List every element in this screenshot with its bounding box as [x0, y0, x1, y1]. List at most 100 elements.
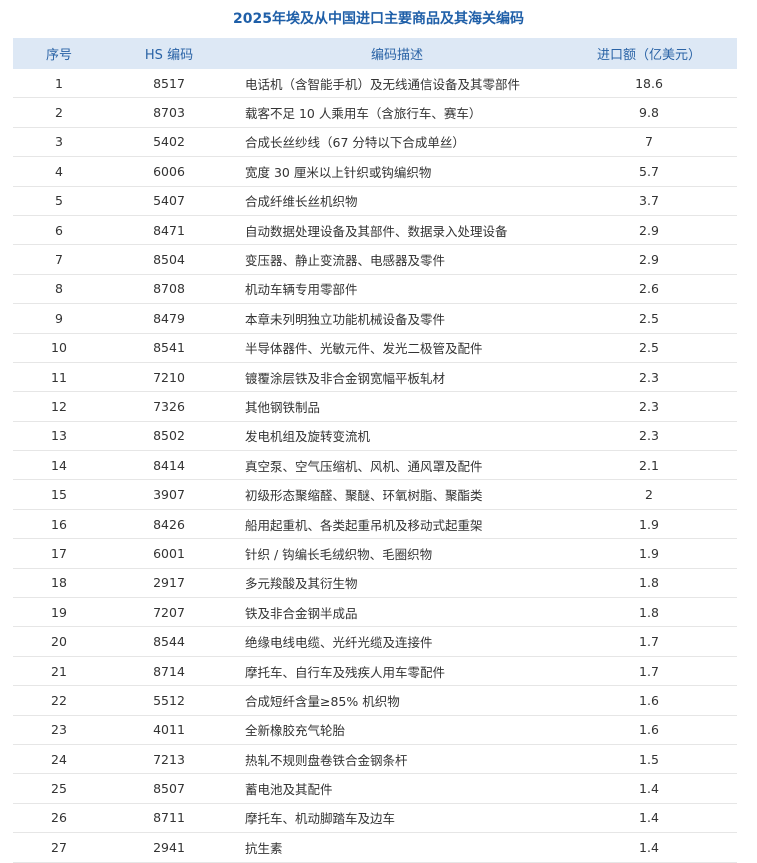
cell-serial-number: 2	[55, 105, 63, 121]
table-row: 18 2917 多元羧酸及其衍生物 1.8	[13, 568, 737, 598]
cell-description: 宽度 30 厘米以上针织或钩编织物	[245, 164, 432, 180]
cell-import-value: 1.8	[639, 575, 659, 591]
table-row: 17 6001 针织 / 钩编长毛绒织物、毛圈织物 1.9	[13, 539, 737, 569]
cell-description: 本章未列明独立功能机械设备及零件	[245, 311, 446, 327]
cell-hs-code: 5402	[153, 134, 185, 150]
cell-hs-code: 8504	[153, 252, 185, 268]
cell-import-value: 1.5	[639, 751, 659, 767]
cell-description: 多元羧酸及其衍生物	[245, 576, 358, 592]
cell-description: 变压器、静止变流器、电感器及零件	[245, 253, 446, 269]
header-import-value: 进口额（亿美元）	[561, 38, 737, 69]
cell-serial-number: 19	[51, 604, 67, 620]
header-description: 编码描述	[233, 38, 561, 69]
cell-import-value: 1.7	[639, 663, 659, 679]
header-hs-code: HS 编码	[105, 38, 233, 69]
header-serial-number: 序号	[13, 38, 105, 69]
cell-description: 热轧不规则盘卷铁合金钢条杆	[245, 752, 408, 768]
cell-hs-code: 3907	[153, 487, 185, 503]
header-row: 序号 HS 编码 编码描述 进口额（亿美元）	[13, 38, 737, 69]
cell-import-value: 2.3	[639, 369, 659, 385]
cell-import-value: 1.4	[639, 839, 659, 855]
cell-serial-number: 20	[51, 634, 67, 650]
table-row: 6 8471 自动数据处理设备及其部件、数据录入处理设备 2.9	[13, 215, 737, 245]
table-row: 14 8414 真空泵、空气压缩机、风机、通风罩及配件 2.1	[13, 451, 737, 480]
cell-description: 针织 / 钩编长毛绒织物、毛圈织物	[245, 546, 433, 562]
cell-hs-code: 7326	[153, 398, 185, 414]
cell-hs-code: 2917	[153, 575, 185, 591]
table-row: 13 8502 发电机组及旋转变流机 2.3	[13, 421, 737, 451]
table-title: 2025年埃及从中国进口主要商品及其海关编码	[233, 11, 524, 27]
cell-hs-code: 8502	[153, 428, 185, 444]
cell-description: 摩托车、机动脚踏车及边车	[245, 811, 396, 827]
cell-serial-number: 12	[51, 398, 67, 414]
cell-serial-number: 27	[51, 839, 67, 855]
cell-import-value: 2.5	[639, 310, 659, 326]
cell-description: 发电机组及旋转变流机	[245, 429, 371, 445]
cell-serial-number: 10	[51, 340, 67, 356]
cell-hs-code: 5512	[153, 692, 185, 708]
cell-import-value: 9.8	[639, 105, 659, 121]
cell-hs-code: 8414	[153, 457, 185, 473]
cell-description: 全新橡胶充气轮胎	[245, 723, 346, 739]
cell-hs-code: 8507	[153, 781, 185, 797]
cell-serial-number: 13	[51, 428, 67, 444]
cell-serial-number: 18	[51, 575, 67, 591]
cell-description: 自动数据处理设备及其部件、数据录入处理设备	[245, 223, 508, 239]
table-row: 10 8541 半导体器件、光敏元件、发光二极管及配件 2.5	[13, 333, 737, 363]
table-body: 1 8517 电话机（含智能手机）及无线通信设备及其零部件 18.6 2 8703 载客不足…	[13, 69, 737, 863]
cell-hs-code: 6001	[153, 545, 185, 561]
table-row: 23 4011 全新橡胶充气轮胎 1.6	[13, 715, 737, 745]
table-row: 26 8711 摩托车、机动脚踏车及边车 1.4	[13, 803, 737, 833]
cell-description: 合成长丝纱线（67 分特以下合成单丝）	[245, 135, 465, 151]
cell-serial-number: 3	[55, 134, 63, 150]
cell-serial-number: 14	[51, 457, 67, 473]
table-row: 9 8479 本章未列明独立功能机械设备及零件 2.5	[13, 304, 737, 334]
cell-hs-code: 7207	[153, 604, 185, 620]
cell-serial-number: 21	[51, 663, 67, 679]
cell-hs-code: 8517	[153, 75, 185, 91]
cell-hs-code: 8711	[153, 810, 185, 826]
table-header: 序号 HS 编码 编码描述 进口额（亿美元）	[13, 38, 737, 69]
cell-description: 真空泵、空气压缩机、风机、通风罩及配件	[245, 458, 483, 474]
table-row: 27 2941 抗生素 1.4	[13, 833, 737, 863]
table-row: 11 7210 镀覆涂层铁及非合金钢宽幅平板轧材 2.3	[13, 362, 737, 392]
table-row: 16 8426 船用起重机、各类起重吊机及移动式起重架 1.9	[13, 509, 737, 539]
cell-description: 机动车辆专用零部件	[245, 282, 358, 298]
cell-description: 初级形态聚缩醛、聚醚、环氧树脂、聚酯类	[245, 488, 483, 504]
cell-hs-code: 8714	[153, 663, 185, 679]
cell-description: 合成纤维长丝机织物	[245, 194, 358, 210]
cell-hs-code: 4011	[153, 722, 185, 738]
table-row: 21 8714 摩托车、自行车及残疾人用车零配件 1.7	[13, 656, 737, 686]
cell-description: 船用起重机、各类起重吊机及移动式起重架	[245, 517, 483, 533]
import-table: 序号 HS 编码 编码描述 进口额（亿美元） 1 8517 电话机（含智能手机）及无…	[13, 38, 737, 863]
table-row: 7 8504 变压器、静止变流器、电感器及零件 2.9	[13, 245, 737, 275]
cell-description: 载客不足 10 人乘用车（含旅行车、赛车）	[245, 106, 482, 122]
cell-serial-number: 26	[51, 810, 67, 826]
table-row: 25 8507 蓄电池及其配件 1.4	[13, 774, 737, 804]
cell-hs-code: 8479	[153, 310, 185, 326]
cell-hs-code: 8471	[153, 222, 185, 238]
cell-description: 铁及非合金钢半成品	[245, 605, 358, 621]
cell-import-value: 1.9	[639, 516, 659, 532]
table-row: 4 6006 宽度 30 厘米以上针织或钩编织物 5.7	[13, 157, 737, 187]
table-row: 24 7213 热轧不规则盘卷铁合金钢条杆 1.5	[13, 744, 737, 774]
cell-serial-number: 16	[51, 516, 67, 532]
table-row: 3 5402 合成长丝纱线（67 分特以下合成单丝） 7	[13, 127, 737, 157]
cell-import-value: 2	[645, 487, 653, 503]
cell-serial-number: 1	[55, 75, 63, 91]
cell-import-value: 1.6	[639, 692, 659, 708]
cell-serial-number: 15	[51, 487, 67, 503]
cell-description: 镀覆涂层铁及非合金钢宽幅平板轧材	[245, 370, 446, 386]
cell-import-value: 7	[645, 134, 653, 150]
cell-import-value: 1.6	[639, 722, 659, 738]
cell-serial-number: 25	[51, 781, 67, 797]
cell-hs-code: 8708	[153, 281, 185, 297]
cell-description: 其他钢铁制品	[245, 399, 321, 415]
cell-serial-number: 11	[51, 369, 67, 385]
cell-serial-number: 17	[51, 545, 67, 561]
cell-hs-code: 7213	[153, 751, 185, 767]
cell-hs-code: 7210	[153, 369, 185, 385]
cell-description: 半导体器件、光敏元件、发光二极管及配件	[245, 341, 483, 357]
cell-description: 电话机（含智能手机）及无线通信设备及其零部件	[245, 76, 521, 92]
cell-import-value: 2.5	[639, 340, 659, 356]
